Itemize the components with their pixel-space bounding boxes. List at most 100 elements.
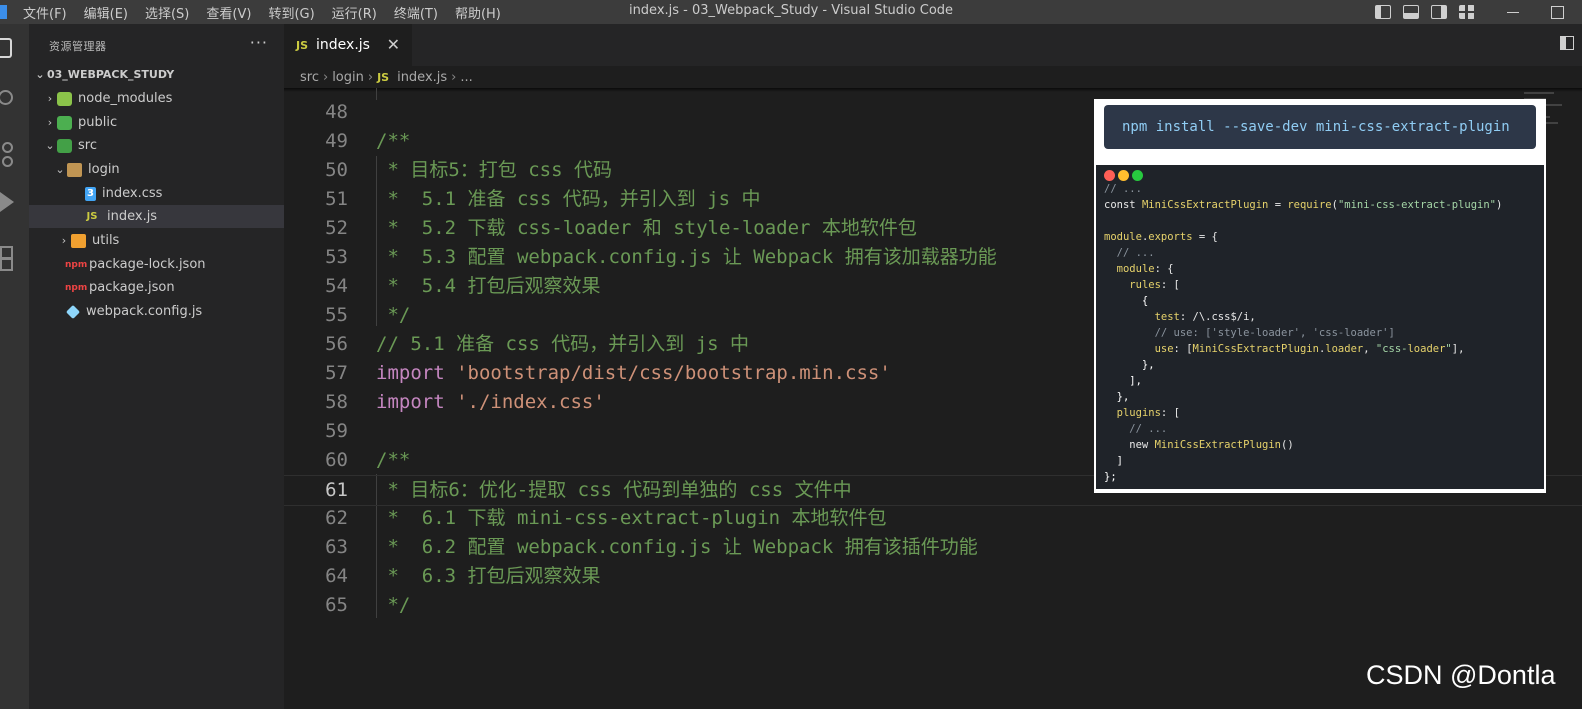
tree-item-utils[interactable]: › utils [29,229,284,252]
config-code-line: // ... [1104,423,1168,435]
line-code: /** [376,449,411,471]
line-number: 48 [325,101,348,123]
utils-folder-icon [71,233,86,248]
tree-item-src[interactable]: ⌄ src [29,134,284,157]
menu-run[interactable]: 运行(R) [332,3,385,22]
tree-item-webpack-config[interactable]: webpack.config.js [29,300,284,323]
public-folder-icon [57,115,72,130]
code-line[interactable]: 63 * 6.2 配置 webpack.config.js 让 Webpack … [284,533,1582,562]
split-editor-icon[interactable] [1560,36,1574,50]
config-code-line: const MiniCssExtractPlugin = require("mi… [1104,199,1503,211]
config-code: // ... const MiniCssExtractPlugin = requi… [1104,181,1502,485]
tree-item-label: node_modules [78,91,173,106]
chevron-right-icon: › [451,69,457,85]
tree-item-label: index.css [102,186,163,201]
workspace-root[interactable]: ⌄ 03_WEBPACK_STUDY [29,63,284,86]
line-number: 60 [325,449,348,471]
line-number: 54 [325,275,348,297]
explorer-icon[interactable] [0,38,12,58]
line-code: * 5.2 下载 css-loader 和 style-loader 本地软件包 [376,217,917,239]
run-debug-icon[interactable] [0,192,14,212]
minimize-button[interactable] [1507,11,1519,13]
close-icon[interactable]: ✕ [387,35,400,54]
line-code: * 目标5：打包 css 代码 [376,159,612,181]
chevron-down-icon: ⌄ [55,163,65,176]
menu-terminal[interactable]: 终端(T) [394,3,446,22]
config-code-line: use: [MiniCssExtractPlugin.loader, "css-… [1154,343,1465,355]
code-line[interactable]: 64 * 6.3 打包后观察效果 [284,562,1582,591]
tree-item-label: package.json [89,280,175,295]
source-control-icon[interactable] [0,142,20,167]
breadcrumb-file[interactable]: index.js [397,70,447,85]
tree-item-index-css[interactable]: 3 index.css [29,182,284,205]
npm-command-box: npm install --save-dev mini-css-extract-… [1104,105,1536,149]
chevron-right-icon: › [322,69,329,85]
line-number: 53 [325,246,348,268]
config-code-line: ], [1104,375,1142,387]
watermark: CSDN @Dontla [1366,660,1556,690]
line-code: * 5.3 配置 webpack.config.js 让 Webpack 拥有该… [376,246,997,268]
tree-item-package-json[interactable]: npm package.json [29,276,284,299]
maximize-button[interactable] [1551,5,1564,19]
src-folder-icon [57,138,72,153]
breadcrumb: src › login › JS index.js › ... [284,66,1582,88]
toggle-secondary-sidebar-icon[interactable] [1431,5,1447,19]
chevron-down-icon: ⌄ [45,139,55,152]
customize-layout-icon[interactable] [1459,5,1475,19]
extensions-icon[interactable] [0,242,20,271]
line-code: * 6.2 配置 webpack.config.js 让 Webpack 拥有该… [376,536,978,558]
chevron-right-icon: › [61,234,67,247]
config-code-line: { [1104,295,1149,307]
tree-item-label: package-lock.json [89,257,206,272]
line-code: * 6.1 下载 mini-css-extract-plugin 本地软件包 [376,507,887,529]
chevron-right-icon: › [367,69,374,85]
line-number: 51 [325,188,348,210]
tab-index-js[interactable]: JS index.js ✕ [284,24,412,66]
config-code-line: }; [1104,471,1117,483]
more-actions-icon[interactable]: ··· [250,33,268,52]
tree-item-package-lock[interactable]: npm package-lock.json [29,253,284,276]
toggle-panel-icon[interactable] [1403,5,1419,19]
line-code: */ [376,304,411,326]
search-icon[interactable] [0,90,13,105]
tree-item-public[interactable]: › public [29,111,284,134]
breadcrumb-symbol[interactable]: ... [460,70,472,85]
window-controls [1375,0,1582,24]
string-token: './index.css' [456,391,605,413]
code-line[interactable]: 62 * 6.1 下载 mini-css-extract-plugin 本地软件… [284,504,1582,533]
toggle-sidebar-icon[interactable] [1375,5,1391,19]
menu-selection[interactable]: 选择(S) [145,3,197,22]
chevron-right-icon: › [47,116,53,129]
explorer-title: 资源管理器 [49,40,107,53]
menu-edit[interactable]: 编辑(E) [84,3,136,22]
tree-item-label: login [88,162,120,177]
tree-item-login[interactable]: ⌄ login [29,158,284,181]
maximize-dot-icon [1132,170,1143,181]
string-token: 'bootstrap/dist/css/bootstrap.min.css' [456,362,891,384]
breadcrumb-login[interactable]: login [332,70,364,85]
node-folder-icon [57,91,72,106]
title-bar: 文件(F) 编辑(E) 选择(S) 查看(V) 转到(G) 运行(R) 终端(T… [0,0,1582,24]
code-line[interactable]: 65 */ [284,591,1582,620]
tree-item-node-modules[interactable]: › node_modules [29,87,284,110]
config-code-line: // ... [1104,183,1142,195]
config-code-line: plugins: [ [1116,407,1180,419]
line-code: */ [376,594,411,616]
line-code: // 5.1 准备 css 代码，并引入到 js 中 [376,333,750,355]
menu-file[interactable]: 文件(F) [23,3,75,22]
folder-open-icon [67,162,82,177]
webpack-file-icon [65,304,81,319]
line-code: /** [376,130,411,152]
activity-bar [0,24,29,709]
tree-item-label: utils [92,233,120,248]
line-code: * 6.3 打包后观察效果 [376,565,601,587]
tree-item-index-js[interactable]: JS index.js [29,205,284,228]
js-file-icon: JS [86,210,98,222]
vscode-logo-icon [0,5,7,19]
npm-file-icon: npm [65,259,88,270]
menu-view[interactable]: 查看(V) [206,3,259,22]
menu-help[interactable]: 帮助(H) [455,3,509,22]
breadcrumb-src[interactable]: src [300,70,319,85]
menu-go[interactable]: 转到(G) [268,3,322,22]
js-file-icon: JS [296,38,309,52]
